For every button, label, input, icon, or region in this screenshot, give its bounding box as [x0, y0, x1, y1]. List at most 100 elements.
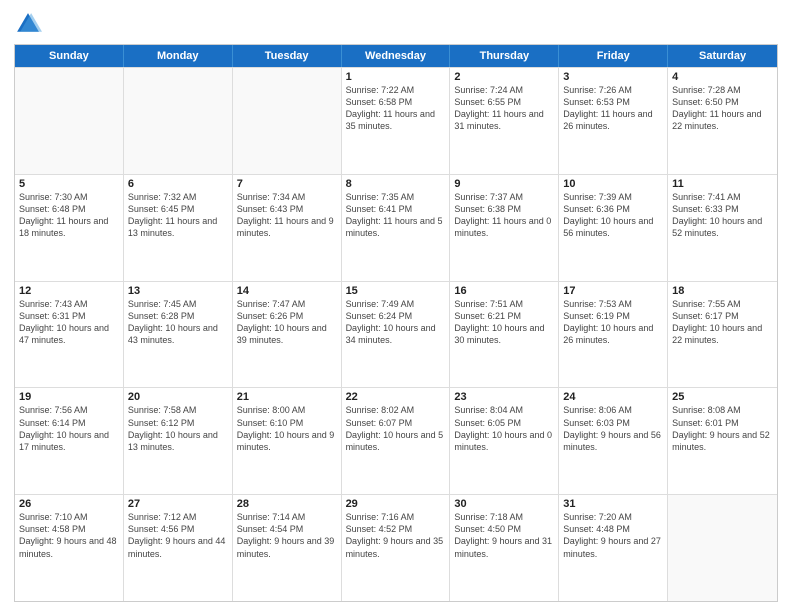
day-number: 28: [237, 498, 337, 510]
header-cell-friday: Friday: [559, 45, 668, 67]
calendar-cell: 25Sunrise: 8:08 AM Sunset: 6:01 PM Dayli…: [668, 388, 777, 494]
day-number: 15: [346, 285, 446, 297]
cell-info: Sunrise: 7:39 AM Sunset: 6:36 PM Dayligh…: [563, 191, 663, 240]
day-number: 26: [19, 498, 119, 510]
calendar-cell: 29Sunrise: 7:16 AM Sunset: 4:52 PM Dayli…: [342, 495, 451, 601]
cell-info: Sunrise: 7:16 AM Sunset: 4:52 PM Dayligh…: [346, 511, 446, 560]
calendar-row-1: 1Sunrise: 7:22 AM Sunset: 6:58 PM Daylig…: [15, 67, 777, 174]
cell-info: Sunrise: 7:32 AM Sunset: 6:45 PM Dayligh…: [128, 191, 228, 240]
day-number: 13: [128, 285, 228, 297]
cell-info: Sunrise: 7:22 AM Sunset: 6:58 PM Dayligh…: [346, 84, 446, 133]
day-number: 20: [128, 391, 228, 403]
calendar-cell: 22Sunrise: 8:02 AM Sunset: 6:07 PM Dayli…: [342, 388, 451, 494]
cell-info: Sunrise: 7:26 AM Sunset: 6:53 PM Dayligh…: [563, 84, 663, 133]
calendar-cell: 10Sunrise: 7:39 AM Sunset: 6:36 PM Dayli…: [559, 175, 668, 281]
day-number: 16: [454, 285, 554, 297]
cell-info: Sunrise: 7:14 AM Sunset: 4:54 PM Dayligh…: [237, 511, 337, 560]
calendar-header: SundayMondayTuesdayWednesdayThursdayFrid…: [15, 45, 777, 67]
cell-info: Sunrise: 7:53 AM Sunset: 6:19 PM Dayligh…: [563, 298, 663, 347]
calendar-cell: 2Sunrise: 7:24 AM Sunset: 6:55 PM Daylig…: [450, 68, 559, 174]
header-cell-monday: Monday: [124, 45, 233, 67]
header-cell-sunday: Sunday: [15, 45, 124, 67]
day-number: 2: [454, 71, 554, 83]
logo-icon: [14, 10, 42, 38]
day-number: 19: [19, 391, 119, 403]
calendar-cell: 5Sunrise: 7:30 AM Sunset: 6:48 PM Daylig…: [15, 175, 124, 281]
calendar-cell: 21Sunrise: 8:00 AM Sunset: 6:10 PM Dayli…: [233, 388, 342, 494]
cell-info: Sunrise: 7:28 AM Sunset: 6:50 PM Dayligh…: [672, 84, 773, 133]
calendar-cell: 15Sunrise: 7:49 AM Sunset: 6:24 PM Dayli…: [342, 282, 451, 388]
calendar-cell: 1Sunrise: 7:22 AM Sunset: 6:58 PM Daylig…: [342, 68, 451, 174]
calendar: SundayMondayTuesdayWednesdayThursdayFrid…: [14, 44, 778, 602]
day-number: 10: [563, 178, 663, 190]
calendar-cell: 23Sunrise: 8:04 AM Sunset: 6:05 PM Dayli…: [450, 388, 559, 494]
day-number: 6: [128, 178, 228, 190]
cell-info: Sunrise: 7:47 AM Sunset: 6:26 PM Dayligh…: [237, 298, 337, 347]
day-number: 3: [563, 71, 663, 83]
calendar-row-4: 19Sunrise: 7:56 AM Sunset: 6:14 PM Dayli…: [15, 387, 777, 494]
day-number: 31: [563, 498, 663, 510]
cell-info: Sunrise: 7:34 AM Sunset: 6:43 PM Dayligh…: [237, 191, 337, 240]
day-number: 14: [237, 285, 337, 297]
calendar-cell: [668, 495, 777, 601]
calendar-cell: 4Sunrise: 7:28 AM Sunset: 6:50 PM Daylig…: [668, 68, 777, 174]
day-number: 27: [128, 498, 228, 510]
calendar-cell: 9Sunrise: 7:37 AM Sunset: 6:38 PM Daylig…: [450, 175, 559, 281]
calendar-cell: 20Sunrise: 7:58 AM Sunset: 6:12 PM Dayli…: [124, 388, 233, 494]
day-number: 11: [672, 178, 773, 190]
header-cell-thursday: Thursday: [450, 45, 559, 67]
cell-info: Sunrise: 7:20 AM Sunset: 4:48 PM Dayligh…: [563, 511, 663, 560]
cell-info: Sunrise: 7:58 AM Sunset: 6:12 PM Dayligh…: [128, 404, 228, 453]
header-cell-saturday: Saturday: [668, 45, 777, 67]
calendar-cell: 17Sunrise: 7:53 AM Sunset: 6:19 PM Dayli…: [559, 282, 668, 388]
header: [14, 10, 778, 38]
calendar-cell: 8Sunrise: 7:35 AM Sunset: 6:41 PM Daylig…: [342, 175, 451, 281]
day-number: 18: [672, 285, 773, 297]
calendar-cell: 12Sunrise: 7:43 AM Sunset: 6:31 PM Dayli…: [15, 282, 124, 388]
day-number: 17: [563, 285, 663, 297]
day-number: 7: [237, 178, 337, 190]
day-number: 1: [346, 71, 446, 83]
cell-info: Sunrise: 7:51 AM Sunset: 6:21 PM Dayligh…: [454, 298, 554, 347]
cell-info: Sunrise: 7:35 AM Sunset: 6:41 PM Dayligh…: [346, 191, 446, 240]
day-number: 21: [237, 391, 337, 403]
cell-info: Sunrise: 7:45 AM Sunset: 6:28 PM Dayligh…: [128, 298, 228, 347]
cell-info: Sunrise: 8:06 AM Sunset: 6:03 PM Dayligh…: [563, 404, 663, 453]
cell-info: Sunrise: 7:30 AM Sunset: 6:48 PM Dayligh…: [19, 191, 119, 240]
calendar-cell: 13Sunrise: 7:45 AM Sunset: 6:28 PM Dayli…: [124, 282, 233, 388]
calendar-cell: 18Sunrise: 7:55 AM Sunset: 6:17 PM Dayli…: [668, 282, 777, 388]
calendar-cell: 14Sunrise: 7:47 AM Sunset: 6:26 PM Dayli…: [233, 282, 342, 388]
calendar-cell: 26Sunrise: 7:10 AM Sunset: 4:58 PM Dayli…: [15, 495, 124, 601]
calendar-cell: 6Sunrise: 7:32 AM Sunset: 6:45 PM Daylig…: [124, 175, 233, 281]
cell-info: Sunrise: 8:08 AM Sunset: 6:01 PM Dayligh…: [672, 404, 773, 453]
day-number: 12: [19, 285, 119, 297]
calendar-cell: 31Sunrise: 7:20 AM Sunset: 4:48 PM Dayli…: [559, 495, 668, 601]
cell-info: Sunrise: 7:24 AM Sunset: 6:55 PM Dayligh…: [454, 84, 554, 133]
calendar-cell: 3Sunrise: 7:26 AM Sunset: 6:53 PM Daylig…: [559, 68, 668, 174]
day-number: 22: [346, 391, 446, 403]
calendar-cell: 7Sunrise: 7:34 AM Sunset: 6:43 PM Daylig…: [233, 175, 342, 281]
cell-info: Sunrise: 7:55 AM Sunset: 6:17 PM Dayligh…: [672, 298, 773, 347]
cell-info: Sunrise: 7:41 AM Sunset: 6:33 PM Dayligh…: [672, 191, 773, 240]
day-number: 9: [454, 178, 554, 190]
day-number: 29: [346, 498, 446, 510]
calendar-row-3: 12Sunrise: 7:43 AM Sunset: 6:31 PM Dayli…: [15, 281, 777, 388]
header-cell-tuesday: Tuesday: [233, 45, 342, 67]
calendar-cell: 30Sunrise: 7:18 AM Sunset: 4:50 PM Dayli…: [450, 495, 559, 601]
cell-info: Sunrise: 7:49 AM Sunset: 6:24 PM Dayligh…: [346, 298, 446, 347]
calendar-cell: 28Sunrise: 7:14 AM Sunset: 4:54 PM Dayli…: [233, 495, 342, 601]
header-cell-wednesday: Wednesday: [342, 45, 451, 67]
calendar-row-5: 26Sunrise: 7:10 AM Sunset: 4:58 PM Dayli…: [15, 494, 777, 601]
day-number: 25: [672, 391, 773, 403]
calendar-cell: [233, 68, 342, 174]
cell-info: Sunrise: 7:56 AM Sunset: 6:14 PM Dayligh…: [19, 404, 119, 453]
page: SundayMondayTuesdayWednesdayThursdayFrid…: [0, 0, 792, 612]
cell-info: Sunrise: 8:02 AM Sunset: 6:07 PM Dayligh…: [346, 404, 446, 453]
logo: [14, 10, 46, 38]
cell-info: Sunrise: 7:37 AM Sunset: 6:38 PM Dayligh…: [454, 191, 554, 240]
calendar-cell: [15, 68, 124, 174]
day-number: 24: [563, 391, 663, 403]
cell-info: Sunrise: 7:12 AM Sunset: 4:56 PM Dayligh…: [128, 511, 228, 560]
cell-info: Sunrise: 7:43 AM Sunset: 6:31 PM Dayligh…: [19, 298, 119, 347]
calendar-cell: 19Sunrise: 7:56 AM Sunset: 6:14 PM Dayli…: [15, 388, 124, 494]
